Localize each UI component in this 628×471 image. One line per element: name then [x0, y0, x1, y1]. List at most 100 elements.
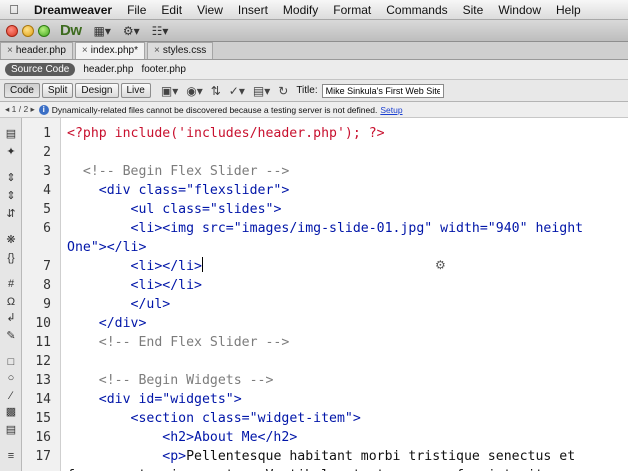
remove-comment-icon[interactable]: ○	[3, 370, 19, 386]
code-line[interactable]: <li></li>	[67, 257, 203, 276]
bug-icon[interactable]: ⚙	[435, 258, 446, 272]
file-management-icon[interactable]: ⇅	[211, 84, 221, 98]
code-line[interactable]: <li></li>	[67, 276, 202, 295]
syntax-coloring-icon[interactable]: ✎	[3, 328, 19, 344]
word-wrap-icon[interactable]: ↲	[3, 310, 19, 326]
related-source-code[interactable]: Source Code	[5, 63, 76, 76]
dreamweaver-logo: Dw	[60, 22, 82, 39]
wrap-tag-icon[interactable]: ∕	[3, 388, 19, 404]
related-footer-php[interactable]: footer.php	[141, 64, 185, 75]
close-tab-icon[interactable]: ×	[7, 45, 13, 56]
code-editor[interactable]: ⚙ <?php include('includes/header.php'); …	[61, 118, 628, 471]
live-view-button[interactable]: Live	[120, 83, 151, 98]
code-line[interactable]: </div>	[67, 314, 147, 333]
code-line[interactable]: </ul>	[67, 295, 171, 314]
line-number: 14	[35, 392, 51, 407]
menu-file[interactable]: File	[120, 0, 154, 20]
document-title-input[interactable]	[321, 83, 444, 98]
line-number: 13	[35, 373, 51, 388]
coding-toolbar: ▤ ✦ ⇕ ⇕ ⇵ ❋ {} # Ω ↲ ✎ □ ○ ∕ ▩ ▤ ≡	[0, 118, 22, 471]
info-nav[interactable]: ◂ 1 / 2 ▸	[5, 104, 35, 115]
code-view-button[interactable]: Code	[4, 83, 40, 98]
document-toolbar: Code Split Design Live ▣▾ ◉▾ ⇅ ✓▾ ▤▾ ↻ T…	[0, 80, 628, 102]
zoom-window-button[interactable]	[38, 24, 50, 37]
menu-bar:  Dreamweaver File Edit View Insert Modi…	[0, 0, 628, 20]
refresh-icon[interactable]: ↻	[278, 84, 288, 98]
line-number: 2	[43, 145, 51, 160]
doc-tab-styles-css[interactable]: × styles.css	[147, 42, 214, 59]
menu-format[interactable]: Format	[326, 0, 379, 20]
minimize-window-button[interactable]	[22, 24, 34, 37]
menu-site[interactable]: Site	[455, 0, 491, 20]
line-number: 11	[35, 335, 51, 350]
view-switcher: Code Split Design Live	[4, 83, 153, 98]
line-number: 8	[43, 278, 51, 293]
line-number: 4	[43, 183, 51, 198]
code-line[interactable]: <h2>About Me</h2>	[67, 428, 297, 447]
doc-tab-header-php[interactable]: × header.php	[0, 42, 73, 59]
w3c-validation-icon[interactable]: ✓▾	[229, 84, 245, 98]
menu-commands[interactable]: Commands	[379, 0, 455, 20]
menu-insert[interactable]: Insert	[230, 0, 275, 20]
close-tab-icon[interactable]: ×	[154, 45, 160, 56]
code-line[interactable]: <ul class="slides">	[67, 200, 282, 219]
recent-snippets-icon[interactable]: ▩	[3, 404, 19, 420]
menu-view[interactable]: View	[190, 0, 231, 20]
text-cursor	[202, 257, 203, 272]
apply-comment-icon[interactable]: □	[3, 354, 19, 370]
code-line[interactable]: fames ac turpis egestas. Vestibulum tort…	[67, 466, 559, 471]
code-line[interactable]: <!-- Begin Widgets -->	[67, 371, 274, 390]
menu-help[interactable]: Help	[549, 0, 589, 20]
code-line[interactable]: <!-- End Flex Slider -->	[67, 333, 290, 352]
code-line[interactable]: <section class="widget-item">	[67, 409, 361, 428]
design-view-button[interactable]: Design	[75, 83, 119, 98]
line-number: 1	[43, 126, 51, 141]
line-number: 10	[35, 316, 51, 331]
code-line[interactable]: <p>Pellentesque habitant morbi tristique…	[67, 447, 575, 466]
line-number: 15	[35, 411, 51, 426]
apple-menu-icon[interactable]: 	[0, 2, 28, 17]
code-line[interactable]: One"></li>	[67, 238, 146, 257]
visual-aids-icon[interactable]: ▤▾	[253, 84, 270, 98]
close-window-button[interactable]	[6, 24, 18, 37]
preview-browser-icon[interactable]: ◉▾	[186, 84, 203, 98]
line-number: 17	[35, 449, 51, 464]
site-menu-icon[interactable]: ☷▾	[152, 24, 169, 38]
balance-braces-icon[interactable]: {}	[3, 250, 19, 266]
menu-modify[interactable]: Modify	[275, 0, 325, 20]
multiscreen-icon[interactable]: ▣▾	[161, 84, 178, 98]
expand-all-icon[interactable]: ⇵	[3, 206, 19, 222]
show-code-navigator-icon[interactable]: ✦	[3, 144, 19, 160]
related-header-php[interactable]: header.php	[83, 64, 133, 75]
doc-tab-index-php[interactable]: × index.php*	[74, 42, 146, 59]
open-documents-icon[interactable]: ▤	[3, 126, 19, 142]
collapse-selection-icon[interactable]: ⇕	[3, 188, 19, 204]
move-css-icon[interactable]: ▤	[3, 422, 19, 438]
split-view-button[interactable]: Split	[41, 83, 74, 98]
line-number: 9	[43, 297, 51, 312]
select-parent-tag-icon[interactable]: ❋	[3, 232, 19, 248]
menu-edit[interactable]: Edit	[154, 0, 190, 20]
setup-link[interactable]: Setup	[380, 105, 402, 115]
highlight-invalid-code-icon[interactable]: Ω	[3, 294, 19, 310]
line-number-gutter: 1 2 3 4 5 6 7 8 9 10 11 12 13 14 15 16 17	[22, 118, 61, 471]
app-toolbar: Dw ▦▾ ⚙▾ ☷▾	[0, 20, 628, 42]
code-line[interactable]: <?php include('includes/header.php'); ?>	[67, 124, 385, 143]
indent-code-icon[interactable]: ≡	[3, 448, 19, 464]
line-numbers-icon[interactable]: #	[3, 276, 19, 292]
line-number: 6	[43, 221, 51, 236]
menu-window[interactable]: Window	[491, 0, 549, 20]
layout-menu-icon[interactable]: ▦▾	[94, 24, 111, 38]
title-label: Title:	[296, 85, 318, 96]
line-number: 16	[35, 430, 51, 445]
code-line[interactable]: <!-- Begin Flex Slider -->	[67, 162, 289, 181]
info-message: Dynamically-related files cannot be disc…	[51, 104, 378, 115]
collapse-full-tag-icon[interactable]: ⇕	[3, 170, 19, 186]
close-tab-icon[interactable]: ×	[82, 45, 88, 56]
line-number: 12	[35, 354, 51, 369]
code-line[interactable]: <div class="flexslider">	[67, 181, 290, 200]
extend-gear-icon[interactable]: ⚙▾	[123, 24, 140, 38]
code-line[interactable]: <div id="widgets">	[67, 390, 242, 409]
code-line[interactable]: <li><img src="images/img-slide-01.jpg" w…	[67, 219, 584, 238]
menu-app-name[interactable]: Dreamweaver	[28, 0, 120, 20]
